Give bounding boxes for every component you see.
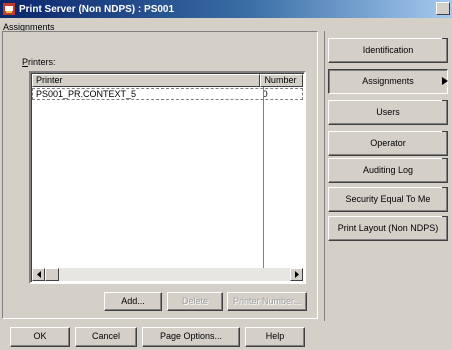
tab-operator[interactable]: Operator [328, 131, 448, 156]
tab-assignments[interactable]: Assignments [328, 69, 448, 94]
printers-list[interactable]: Printer Number PS001_PR.CONTEXT_5 0 [29, 71, 306, 284]
add-button[interactable]: Add... [104, 292, 162, 311]
cancel-button[interactable]: Cancel [75, 327, 137, 347]
window-title: Print Server (Non NDPS) : PS001 [19, 3, 175, 15]
list-header: Printer Number [32, 74, 303, 87]
arrow-right-icon [294, 271, 299, 278]
delete-label: Delete [181, 296, 208, 306]
scroll-thumb[interactable] [45, 268, 59, 281]
page-fold-icon [442, 100, 448, 108]
column-header-printer[interactable]: Printer [32, 74, 261, 87]
tab-users[interactable]: Users [328, 100, 448, 125]
scroll-left-button[interactable] [32, 268, 45, 281]
printer-server-icon [3, 3, 15, 15]
number-cell: 0 [262, 89, 268, 99]
delete-button[interactable]: Delete [167, 292, 223, 311]
column-header-number[interactable]: Number [260, 74, 303, 87]
page-options-button[interactable]: Page Options... [142, 327, 240, 347]
tab-label: Operator [370, 138, 406, 148]
tab-security-equal-to-me[interactable]: Security Equal To Me [328, 187, 448, 212]
page-fold-icon [442, 158, 448, 166]
page-tabs: Identification Assignments Users Operato… [324, 31, 451, 321]
tab-identification[interactable]: Identification [328, 38, 448, 63]
column-divider [263, 87, 264, 271]
tab-label: Print Layout (Non NDPS) [337, 223, 439, 233]
tab-label: Assignments [362, 76, 414, 86]
page-fold-icon [442, 131, 448, 139]
page-fold-icon [442, 38, 448, 46]
tab-label: Identification [362, 45, 414, 55]
title-bar: Print Server (Non NDPS) : PS001 [0, 0, 452, 18]
tab-auditing-log[interactable]: Auditing Log [328, 158, 448, 183]
horizontal-scrollbar[interactable] [32, 268, 303, 281]
page-fold-icon [442, 187, 448, 195]
active-arrow-icon [442, 77, 448, 85]
help-button[interactable]: Help [245, 327, 305, 347]
add-label: Add... [121, 296, 145, 306]
tab-label: Auditing Log [362, 165, 414, 175]
printer-cell: PS001_PR.CONTEXT_5 [36, 89, 137, 99]
ok-button[interactable]: OK [10, 327, 70, 347]
help-label: Help [265, 331, 285, 341]
close-button[interactable] [436, 2, 450, 15]
page-fold-icon [442, 216, 448, 224]
printer-number-button[interactable]: Printer Number... [227, 292, 307, 311]
scroll-right-button[interactable] [290, 268, 303, 281]
arrow-left-icon [36, 271, 41, 278]
tab-label: Security Equal To Me [345, 194, 431, 204]
ok-label: OK [33, 331, 47, 341]
printer-number-label: Printer Number... [232, 296, 302, 306]
cancel-label: Cancel [91, 331, 120, 341]
tab-print-layout[interactable]: Print Layout (Non NDPS) [328, 216, 448, 241]
page-options-label: Page Options... [159, 331, 223, 341]
printers-label: Printers: [22, 57, 56, 67]
tab-label: Users [376, 107, 400, 117]
